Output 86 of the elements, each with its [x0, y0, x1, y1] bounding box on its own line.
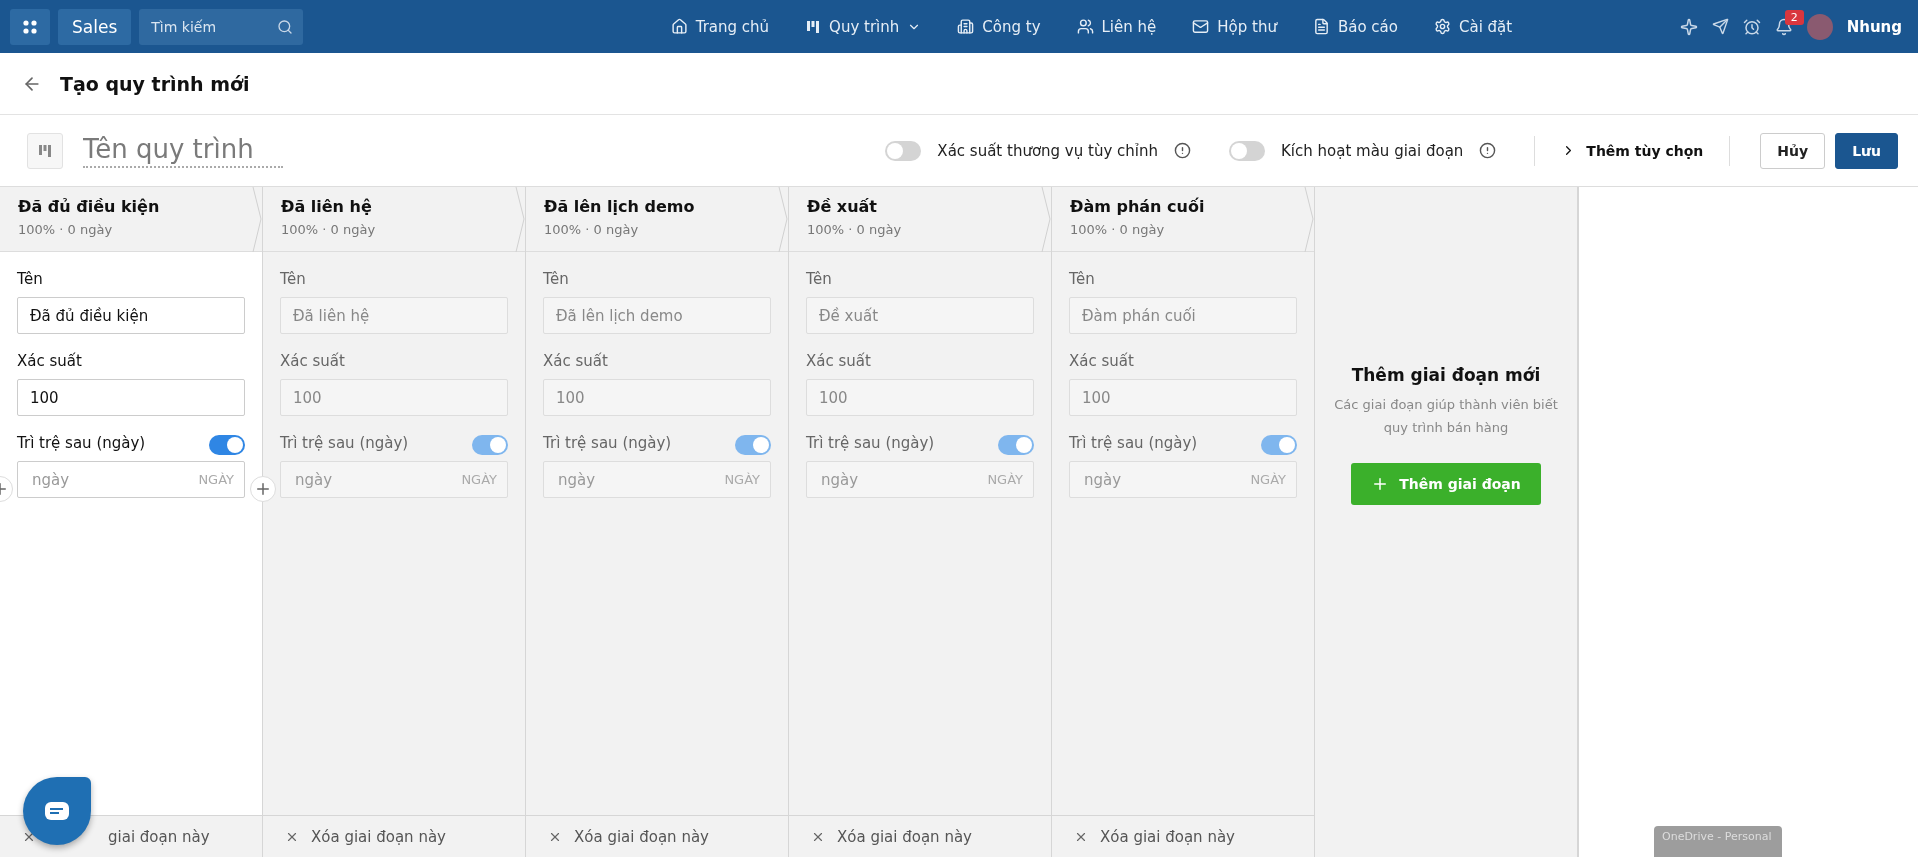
nav-menu-item[interactable]: Báo cáo: [1312, 17, 1398, 36]
info-icon[interactable]: [1174, 142, 1191, 159]
delete-stage-link[interactable]: Xóa giai đoạn này: [837, 827, 972, 846]
nav-menu-item[interactable]: Công ty: [957, 17, 1041, 36]
nav-item-icon: [1192, 18, 1210, 35]
stage-summary: 100% · 0 ngày: [281, 222, 377, 237]
nav-menu-item[interactable]: Cài đặt: [1434, 17, 1513, 36]
probability-field[interactable]: 100: [17, 379, 245, 416]
stage-summary: 100% · 0 ngày: [18, 222, 114, 237]
pipeline-icon: [37, 142, 53, 159]
nav-menu-item[interactable]: Liên hệ: [1076, 17, 1157, 36]
field-label: Tên: [1069, 270, 1096, 288]
field-label: Xác suất: [17, 352, 83, 370]
sparkle-icon[interactable]: [1679, 17, 1698, 36]
delete-stage-link[interactable]: Xóa giai đoạn này: [1100, 827, 1235, 846]
nav-item-icon: [957, 18, 975, 35]
stage-name-field[interactable]: Đã đủ điều kiện: [17, 297, 245, 334]
nav-item-icon: [1312, 18, 1330, 35]
nav-menu-item[interactable]: Hộp thư: [1192, 17, 1277, 36]
toggle-switch[interactable]: [1229, 140, 1265, 161]
nav-item-icon: [670, 18, 688, 35]
toggle-switch[interactable]: [209, 434, 245, 455]
plus-icon: [254, 480, 272, 498]
info-icon[interactable]: [1479, 142, 1497, 159]
field-label: Tên: [280, 270, 307, 288]
nav-menu-item[interactable]: Quy trình: [805, 17, 922, 36]
notifications-icon[interactable]: [1774, 17, 1793, 36]
delete-stage-link[interactable]: Xóa giai đoạn này: [311, 827, 446, 846]
stage-name: Đàm phán cuối: [1070, 197, 1206, 216]
send-icon[interactable]: [1711, 18, 1729, 35]
field-label: Xác suất: [280, 352, 346, 370]
option-label: Kích hoạt màu giai đoạn: [1281, 141, 1464, 160]
cancel-button[interactable]: Hủy: [1760, 132, 1826, 169]
field-label: Trì trệ sau (ngày): [1069, 434, 1198, 452]
toggle-switch[interactable]: [472, 434, 508, 455]
unit-label: NGÀY: [987, 472, 1023, 487]
field-label: Tên: [17, 270, 44, 288]
field-label: Trì trệ sau (ngày): [17, 434, 146, 452]
stage-name: Đã liên hệ: [281, 197, 373, 216]
stage-summary: 100% · 0 ngày: [1070, 222, 1166, 237]
stage-name: Đề xuất: [807, 197, 878, 216]
nav-item-icon: [1076, 18, 1094, 35]
alarm-icon[interactable]: [1742, 17, 1761, 36]
search-icon: [277, 18, 294, 35]
chat-icon: [45, 802, 69, 820]
delete-stage-link[interactable]: giai đoạn này: [108, 827, 210, 846]
unit-label: NGÀY: [461, 472, 497, 487]
field-label: Trì trệ sau (ngày): [806, 434, 935, 452]
unit-label: NGÀY: [1250, 472, 1286, 487]
toggle-switch[interactable]: [885, 140, 922, 161]
option-label: Xác suất thương vụ tùy chỉnh: [937, 141, 1158, 160]
user-name[interactable]: Nhung: [1846, 17, 1902, 36]
search-input[interactable]: Tìm kiếm: [149, 17, 272, 36]
pipeline-icon: [805, 18, 822, 35]
field-label: Trì trệ sau (ngày): [280, 434, 409, 452]
stage-name: Đã đủ điều kiện: [18, 197, 161, 216]
field-label: Tên: [806, 270, 833, 288]
delay-days-input[interactable]: ngày: [30, 469, 199, 490]
pipeline-name-field[interactable]: Tên quy trình: [83, 133, 283, 168]
toggle-switch[interactable]: [735, 434, 771, 455]
field-label: Tên: [543, 270, 570, 288]
notification-badge: 2: [1784, 9, 1804, 25]
field-label: Xác suất: [1069, 352, 1135, 370]
field-label: Xác suất: [543, 352, 609, 370]
stage-summary: 100% · 0 ngày: [807, 222, 903, 237]
tooltip: OneDrive - Personal: [1654, 826, 1782, 857]
more-options-button[interactable]: Thêm tùy chọn: [1555, 141, 1710, 160]
nav-item-icon: [1434, 18, 1451, 35]
save-button[interactable]: Lưu: [1835, 132, 1898, 169]
app-name-button[interactable]: Sales: [58, 8, 132, 45]
field-label: Trì trệ sau (ngày): [543, 434, 672, 452]
stage-summary: 100% · 0 ngày: [544, 222, 640, 237]
field-label: Xác suất: [806, 352, 872, 370]
nav-menu-item[interactable]: Trang chủ: [670, 17, 770, 36]
unit-label: NGÀY: [198, 472, 234, 487]
unit-label: NGÀY: [724, 472, 760, 487]
stage-name: Đã lên lịch demo: [544, 197, 696, 216]
apps-icon: [22, 18, 38, 35]
apps-button[interactable]: [10, 8, 50, 45]
page-title: Tạo quy trình mới: [60, 72, 250, 95]
add-stage-title: Thêm giai đoạn mới: [1351, 365, 1541, 385]
add-stage-description: Các giai đoạn giúp thành viên biết quy trình bán hàng: [1333, 396, 1559, 437]
toggle-switch[interactable]: [998, 434, 1034, 455]
delete-stage-link[interactable]: Xóa giai đoạn này: [574, 827, 709, 846]
toggle-switch[interactable]: [1261, 434, 1297, 455]
search-field[interactable]: Tìm kiếm: [139, 8, 304, 45]
